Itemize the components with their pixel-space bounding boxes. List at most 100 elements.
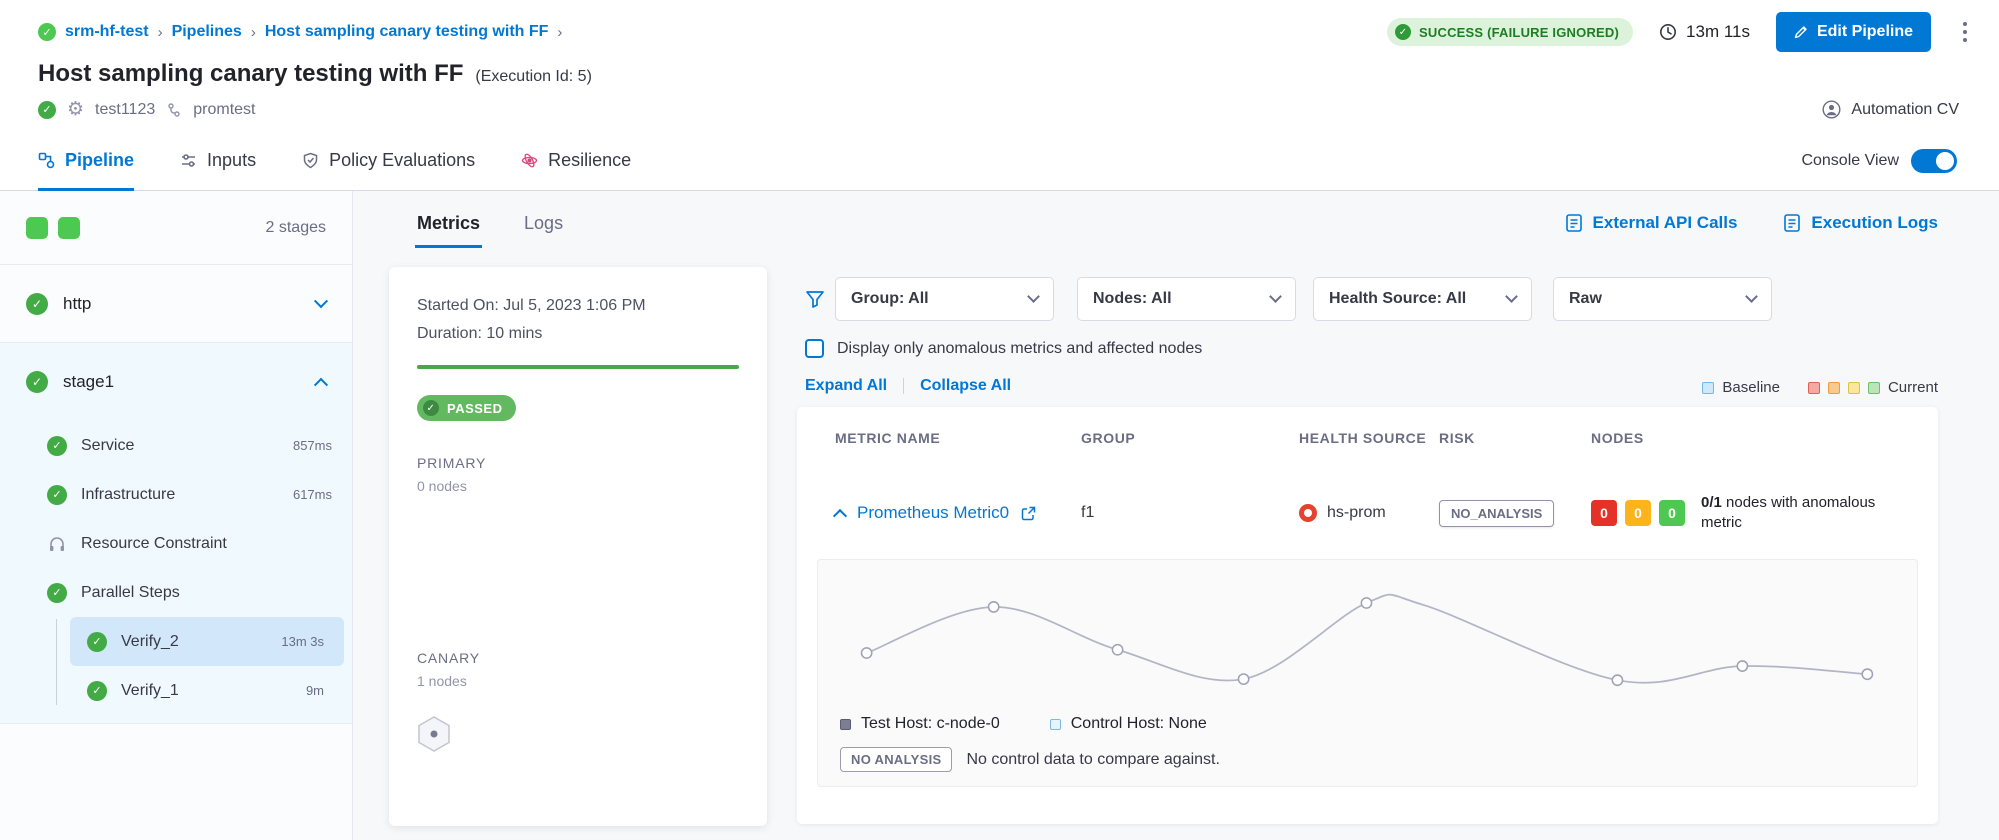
chart-legend: Baseline Current xyxy=(1702,379,1938,396)
stage-square-icon xyxy=(58,217,80,239)
collapse-chevron-icon[interactable] xyxy=(833,508,847,522)
check-circle-icon: ✓ xyxy=(1395,24,1411,40)
test-host-label: Test Host: c-node-0 xyxy=(861,715,1000,733)
anomalous-filter-label: Display only anomalous metrics and affec… xyxy=(837,340,1202,358)
canary-node-hexagon[interactable] xyxy=(417,715,739,753)
tab-resilience[interactable]: Resilience xyxy=(521,131,631,190)
screen: ✓ srm-hf-test › Pipelines › Host samplin… xyxy=(0,0,1999,840)
tab-inputs-label: Inputs xyxy=(207,150,256,171)
no-analysis-message: No control data to compare against. xyxy=(966,751,1219,769)
group-filter-value: Group: All xyxy=(851,290,929,308)
host-legend: Test Host: c-node-0 Control Host: None xyxy=(818,712,1917,737)
resource-constraint-icon xyxy=(47,534,67,554)
step-duration: 857ms xyxy=(293,438,332,453)
metrics-table-header: METRIC NAME GROUP HEALTH SOURCE RISK NOD… xyxy=(797,407,1938,469)
shield-check-icon xyxy=(302,152,319,169)
edit-pipeline-button[interactable]: Edit Pipeline xyxy=(1776,12,1931,52)
stage-count: 2 stages xyxy=(266,219,326,237)
filter-icon[interactable] xyxy=(805,289,825,309)
clock-icon xyxy=(1659,23,1677,41)
execution-duration: 13m 11s xyxy=(1659,22,1750,42)
passed-label: PASSED xyxy=(447,401,503,416)
step-duration: 9m xyxy=(306,683,324,698)
success-check-icon: ✓ xyxy=(47,436,67,456)
tab-policy-evaluations-label: Policy Evaluations xyxy=(329,150,475,171)
nodes-filter-dropdown[interactable]: Nodes: All xyxy=(1077,277,1296,321)
breadcrumb-separator: › xyxy=(158,24,163,41)
nodes-cell: 0 0 0 0/1 nodes with anomalous metric xyxy=(1591,493,1908,534)
step-parallel-steps-label: Parallel Steps xyxy=(81,584,180,602)
tab-pipeline[interactable]: Pipeline xyxy=(38,131,134,190)
test-host-item: Test Host: c-node-0 xyxy=(840,715,1000,733)
stage-http-label: http xyxy=(63,294,91,314)
step-duration: 13m 3s xyxy=(281,634,324,649)
anomalous-filter-checkbox[interactable] xyxy=(805,339,824,358)
chevron-up-icon[interactable] xyxy=(314,378,328,392)
more-options-menu[interactable] xyxy=(1957,16,1973,48)
logs-doc-icon xyxy=(1783,213,1801,233)
step-infrastructure-label: Infrastructure xyxy=(81,486,175,504)
stage-stage1[interactable]: ✓ stage1 xyxy=(0,343,352,421)
tab-logs[interactable]: Logs xyxy=(522,209,565,248)
inputs-icon xyxy=(180,152,197,169)
risk-cell: NO_ANALYSIS xyxy=(1439,500,1591,527)
stage-status-squares xyxy=(26,217,80,239)
baseline-swatch xyxy=(1702,382,1714,394)
status-badge: ✓ SUCCESS (FAILURE IGNORED) xyxy=(1387,18,1633,46)
pencil-icon xyxy=(1794,25,1808,39)
risk-badge: NO_ANALYSIS xyxy=(1439,500,1554,527)
prometheus-health-source-icon xyxy=(1299,504,1317,522)
breadcrumb-pipeline-name[interactable]: Host sampling canary testing with FF xyxy=(265,23,549,41)
step-duration: 617ms xyxy=(293,487,332,502)
console-view-toggle[interactable] xyxy=(1911,149,1957,173)
service-name: test1123 xyxy=(95,101,155,119)
breadcrumb-project[interactable]: srm-hf-test xyxy=(65,23,149,41)
breadcrumb-pipelines[interactable]: Pipelines xyxy=(172,23,242,41)
external-link-icon[interactable] xyxy=(1021,506,1036,521)
node-hexagon-icon xyxy=(417,715,451,753)
metric-row: Prometheus Metric0 f1 hs-prom NO_ANALYSI… xyxy=(797,469,1938,557)
step-verify-1[interactable]: ✓ Verify_1 9m xyxy=(70,666,344,715)
external-api-calls-label: External API Calls xyxy=(1593,213,1738,233)
status-badge-label: SUCCESS (FAILURE IGNORED) xyxy=(1419,25,1619,40)
metrics-table-card: METRIC NAME GROUP HEALTH SOURCE RISK NOD… xyxy=(797,407,1938,824)
health-source-filter-dropdown[interactable]: Health Source: All xyxy=(1313,277,1532,321)
duration: Duration: 10 mins xyxy=(417,325,739,343)
control-host-swatch xyxy=(1050,719,1061,730)
external-api-calls-link[interactable]: External API Calls xyxy=(1565,213,1738,233)
srm-module-icon: ✓ xyxy=(38,23,56,41)
execution-id: (Execution Id: 5) xyxy=(475,68,592,86)
step-parallel-steps[interactable]: ✓ Parallel Steps xyxy=(0,568,352,617)
execution-logs-link[interactable]: Execution Logs xyxy=(1783,213,1938,233)
collapse-all-link[interactable]: Collapse All xyxy=(920,377,1011,395)
expand-collapse-row: Expand All Collapse All xyxy=(805,377,1011,395)
tab-pipeline-label: Pipeline xyxy=(65,150,134,171)
chevron-down-icon[interactable] xyxy=(314,294,328,308)
col-metric-name: METRIC NAME xyxy=(835,430,1081,446)
verify-tabs: Metrics Logs xyxy=(415,209,565,248)
health-source-cell: hs-prom xyxy=(1299,504,1439,522)
step-verify-2[interactable]: ✓ Verify_2 13m 3s xyxy=(70,617,344,666)
col-nodes: NODES xyxy=(1591,430,1908,446)
data-mode-dropdown[interactable]: Raw xyxy=(1553,277,1772,321)
parallel-substeps: ✓ Verify_2 13m 3s ✓ Verify_1 9m xyxy=(0,617,352,715)
chart-data-points xyxy=(861,598,1872,685)
tab-policy-evaluations[interactable]: Policy Evaluations xyxy=(302,131,475,190)
canary-label: CANARY xyxy=(417,650,739,666)
step-resource-constraint[interactable]: Resource Constraint xyxy=(0,519,352,568)
step-service[interactable]: ✓ Service 857ms xyxy=(0,421,352,470)
tab-metrics[interactable]: Metrics xyxy=(415,209,482,248)
success-check-icon: ✓ xyxy=(47,485,67,505)
metric-group-cell: f1 xyxy=(1081,504,1299,522)
page-title: Host sampling canary testing with FF xyxy=(38,60,463,88)
step-infrastructure[interactable]: ✓ Infrastructure 617ms xyxy=(0,470,352,519)
group-filter-dropdown[interactable]: Group: All xyxy=(835,277,1054,321)
edit-pipeline-label: Edit Pipeline xyxy=(1817,23,1913,41)
stage-http[interactable]: ✓ http xyxy=(0,265,352,343)
metric-name-link[interactable]: Prometheus Metric0 xyxy=(857,503,1009,523)
trigger-icon xyxy=(166,102,182,118)
no-analysis-badge: NO ANALYSIS xyxy=(840,747,952,772)
tab-inputs[interactable]: Inputs xyxy=(180,131,256,190)
step-verify-1-label: Verify_1 xyxy=(121,682,179,700)
expand-all-link[interactable]: Expand All xyxy=(805,377,887,395)
